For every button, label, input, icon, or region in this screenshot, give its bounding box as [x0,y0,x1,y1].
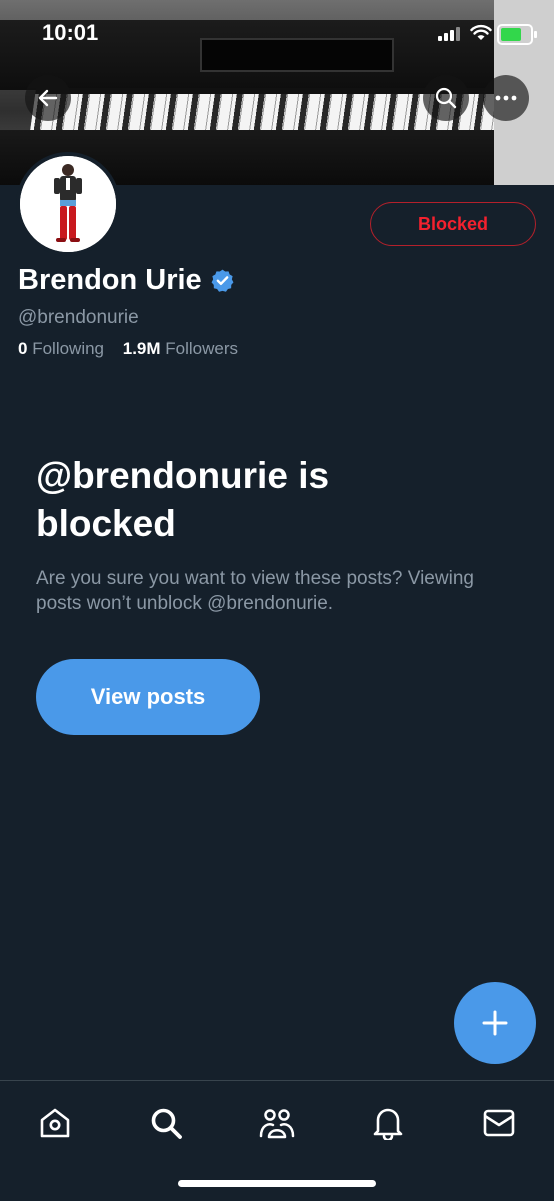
blocked-description: Are you sure you want to view these post… [36,568,474,614]
back-button[interactable] [25,75,71,121]
followers-link[interactable]: 1.9M Followers [123,339,238,358]
more-horizontal-icon [495,95,517,101]
more-options-button[interactable] [483,75,529,121]
following-count: 0 [18,339,28,358]
tab-messages[interactable] [479,1103,519,1143]
search-icon [151,1108,182,1139]
profile-name: Brendon Urie [18,264,202,296]
home-indicator[interactable] [178,1180,376,1187]
search-icon [435,87,457,109]
compose-post-button[interactable] [454,982,536,1064]
profile-handle: @brendonurie [18,307,139,328]
tab-search[interactable] [146,1103,186,1143]
following-link[interactable]: 0 Following [18,339,104,358]
blocked-headline: @brendonurie is blocked [36,455,330,544]
tab-communities[interactable] [257,1103,297,1143]
followers-label: Followers [165,339,239,358]
arrow-left-icon [38,89,58,107]
mail-icon [483,1109,515,1137]
profile-name-row: Brendon Urie [18,264,235,297]
avatar-image [20,156,116,252]
home-icon [40,1108,70,1138]
wifi-icon [470,24,492,40]
search-button[interactable] [423,75,469,121]
communities-icon [259,1109,295,1139]
avatar[interactable] [16,152,120,256]
verified-badge-icon[interactable] [210,268,235,293]
plus-icon [482,1010,508,1036]
status-bar: 10:01 [0,0,554,70]
cellular-signal-icon [438,27,460,41]
battery-icon [497,24,537,45]
view-posts-button[interactable]: View posts [36,659,260,735]
tab-notifications[interactable] [368,1103,408,1143]
followers-count: 1.9M [122,339,161,358]
bell-icon [373,1108,403,1140]
profile-stats: 0 Following 1.9M Followers [18,339,238,359]
blocked-button[interactable]: Blocked [370,202,536,246]
following-label: Following [32,339,105,358]
status-time: 10:01 [42,20,99,45]
tab-home[interactable] [35,1103,75,1143]
